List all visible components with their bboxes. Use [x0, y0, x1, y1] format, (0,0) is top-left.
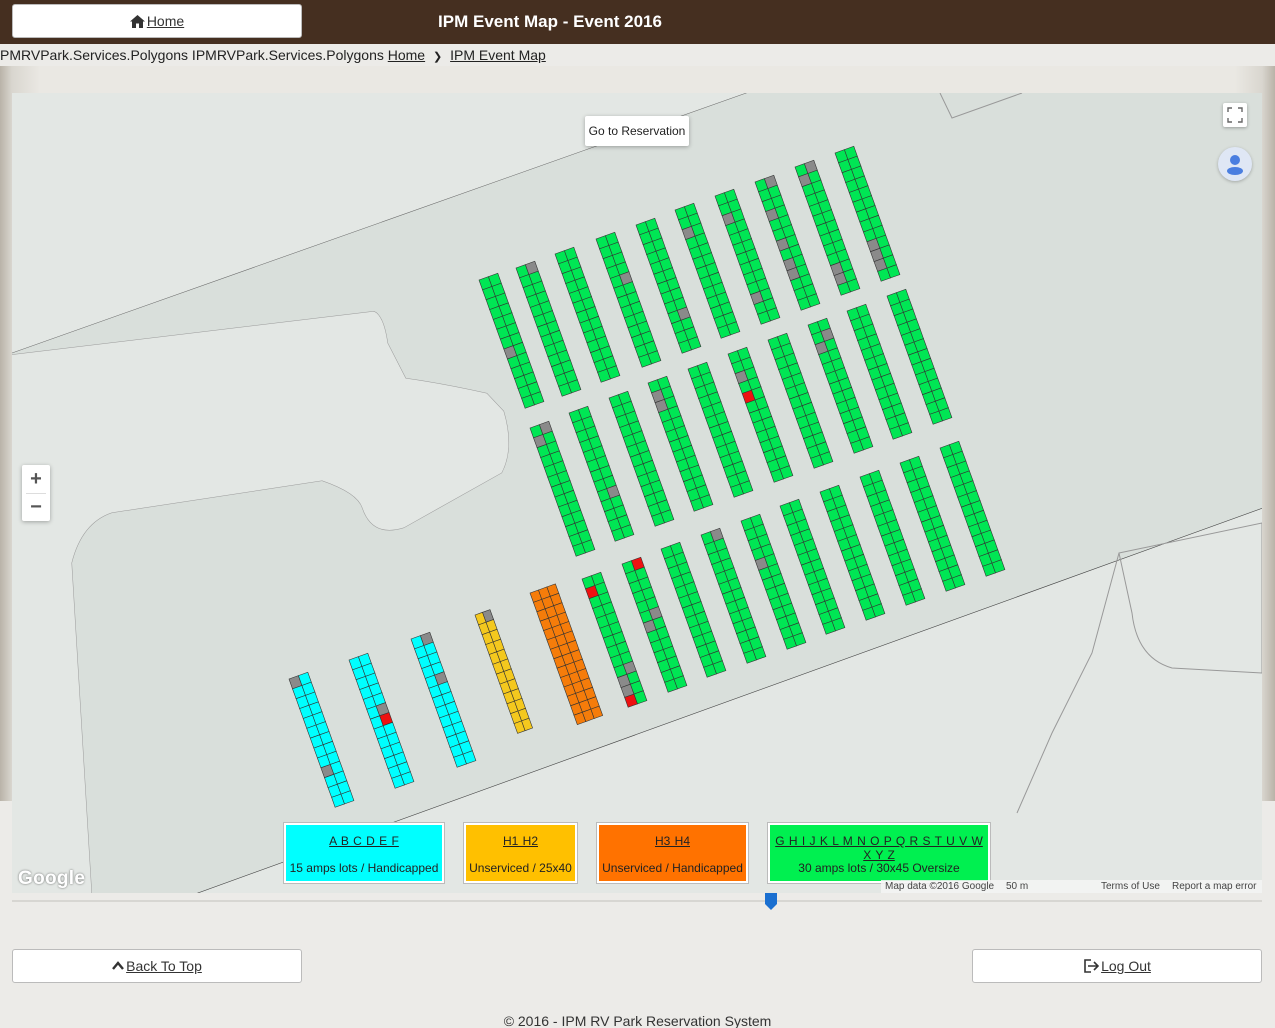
legend-15-amps-letters[interactable]: A B C D E F — [286, 834, 442, 848]
fullscreen-icon — [1227, 107, 1243, 123]
legend-30-amps-desc: 30 amps lots / 30x45 Oversize — [798, 861, 960, 875]
google-logo: Google — [18, 868, 86, 889]
legend-30-amps-letters[interactable]: G H I J K L M N O P Q R S T U V W X Y Z — [770, 834, 988, 862]
report-map-error-link[interactable]: Report a map error — [1172, 881, 1256, 892]
map-marker-icon[interactable] — [765, 893, 777, 910]
legend-15-amps: A B C D E F 15 amps lots / Handicapped — [284, 823, 444, 883]
home-icon — [129, 14, 145, 28]
legend-unserviced-handicapped: H3 H4 Unserviced / Handicapped — [597, 823, 748, 883]
logout-icon — [1084, 959, 1100, 973]
breadcrumb-prefix: PMRVPark.Services.Polygons IPMRVPark.Ser… — [0, 47, 384, 63]
legend-unserviced-desc: Unserviced / 25x40 — [469, 861, 572, 875]
legend-30-amps: G H I J K L M N O P Q R S T U V W X Y Z … — [768, 823, 990, 883]
map-attribution: Map data ©2016 Google 50 m Terms of Use … — [881, 880, 1262, 893]
zoom-control: + − — [22, 465, 50, 521]
top-nav-bar: Home IPM Event Map - Event 2016 — [0, 0, 1275, 44]
map-scale-label: 50 m — [1006, 881, 1029, 892]
chevron-up-icon — [112, 961, 125, 970]
street-view-pegman-icon[interactable] — [1218, 147, 1252, 181]
logout-label: Log Out — [1101, 958, 1151, 974]
logout-button[interactable]: Log Out — [972, 949, 1262, 983]
legend-unserviced-25x40: H1 H2 Unserviced / 25x40 — [464, 823, 577, 883]
map-data-text: Map data ©2016 Google — [885, 881, 995, 892]
home-label: Home — [146, 13, 185, 29]
terms-of-use-link[interactable]: Terms of Use — [1101, 881, 1160, 892]
back-to-top-label: Back To Top — [126, 958, 202, 974]
legend-handicapped-desc: Unserviced / Handicapped — [602, 861, 743, 875]
legend-unserviced-letters[interactable]: H1 H2 — [466, 834, 575, 848]
legend-15-amps-desc: 15 amps lots / Handicapped — [289, 861, 439, 875]
fullscreen-button[interactable] — [1223, 103, 1247, 127]
map-canvas[interactable] — [12, 93, 1262, 893]
map-divider — [12, 900, 1262, 902]
zoom-in-button[interactable]: + — [22, 465, 50, 493]
zoom-divider — [26, 493, 46, 494]
back-to-top-button[interactable]: Back To Top — [12, 949, 302, 983]
home-button[interactable]: Home — [12, 4, 302, 38]
zoom-out-button[interactable]: − — [22, 493, 50, 521]
page-title: IPM Event Map - Event 2016 — [438, 12, 662, 31]
map-roads — [12, 93, 1262, 893]
legend-handicapped-letters[interactable]: H3 H4 — [599, 834, 746, 848]
breadcrumb-home-link[interactable]: Home — [388, 47, 425, 63]
go-to-reservation-button[interactable]: Go to Reservation — [585, 116, 689, 146]
breadcrumb-event-map-link[interactable]: IPM Event Map — [450, 47, 546, 63]
chevron-right-icon: ❯ — [433, 51, 443, 63]
breadcrumb: PMRVPark.Services.Polygons IPMRVPark.Ser… — [0, 47, 546, 65]
copyright-footer: © 2016 - IPM RV Park Reservation System — [503, 1013, 772, 1028]
event-map[interactable]: Go to Reservation + − A B C D E F 15 amp… — [12, 93, 1262, 893]
